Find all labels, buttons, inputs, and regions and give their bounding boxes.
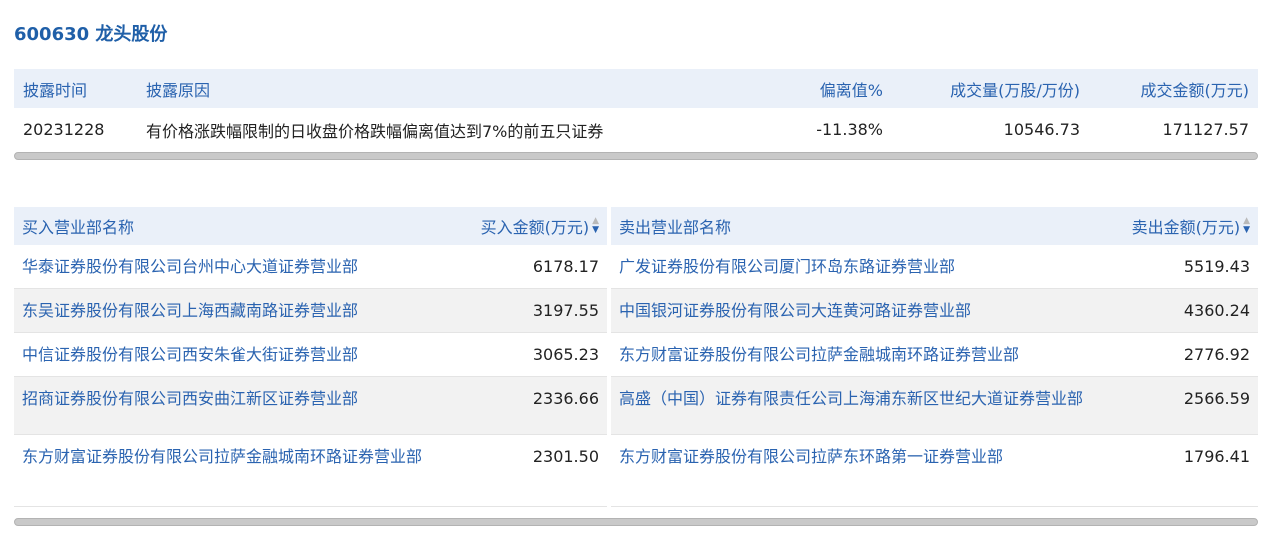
sell-table: 卖出营业部名称 卖出金额(万元) ▲ ▼ 广发证券股份有限公司厦门环岛东路证券营业… — [611, 207, 1258, 507]
detail-scrollbar[interactable] — [14, 518, 1258, 526]
sell-header-amount: 卖出金额(万元) — [1131, 218, 1241, 237]
table-row: 东吴证券股份有限公司上海西藏南路证券营业部 3197.55 — [14, 289, 607, 333]
col-header-reason: 披露原因 — [146, 80, 211, 100]
sell-header-row: 卖出营业部名称 卖出金额(万元) ▲ ▼ — [611, 207, 1258, 245]
table-row: 华泰证券股份有限公司台州中心大道证券营业部 6178.17 — [14, 245, 607, 289]
buy-amount: 6178.17 — [532, 257, 599, 276]
buy-branch-name[interactable]: 招商证券股份有限公司西安曲江新区证券营业部 — [22, 387, 442, 411]
table-row: 中信证券股份有限公司西安朱雀大街证券营业部 3065.23 — [14, 333, 607, 377]
sort-triangle-icon[interactable]: ▲ ▼ — [592, 217, 599, 235]
buy-branch-name[interactable]: 东方财富证券股份有限公司拉萨金融城南环路证券营业部 — [22, 445, 442, 469]
col-header-deviation: 偏离值% — [819, 80, 883, 100]
table-row: 广发证券股份有限公司厦门环岛东路证券营业部 5519.43 — [611, 245, 1258, 289]
page-title: 600630 龙头股份 — [14, 24, 168, 45]
sell-header-name: 卖出营业部名称 — [619, 218, 732, 237]
table-row: 东方财富证券股份有限公司拉萨金融城南环路证券营业部 2301.50 — [14, 435, 607, 507]
table-row: 20231228 有价格涨跌幅限制的日收盘价格跌幅偏离值达到7%的前五只证券 -… — [14, 108, 1258, 151]
sell-branch-name[interactable]: 高盛（中国）证券有限责任公司上海浦东新区世纪大道证券营业部 — [619, 387, 1089, 411]
buy-table: 买入营业部名称 买入金额(万元) ▲ ▼ 华泰证券股份有限公司台州中心大道证券营业… — [14, 207, 607, 507]
sell-branch-name[interactable]: 中国银河证券股份有限公司大连黄河路证券营业部 — [619, 299, 1089, 323]
buy-amount: 2301.50 — [532, 447, 599, 466]
table-row: 招商证券股份有限公司西安曲江新区证券营业部 2336.66 — [14, 377, 607, 435]
col-header-amount: 成交金额(万元) — [1140, 80, 1250, 100]
disclosure-volume: 10546.73 — [1003, 120, 1080, 139]
sell-header-amount-sort[interactable]: 卖出金额(万元) ▲ ▼ — [1132, 207, 1250, 245]
sell-amount: 1796.41 — [1183, 447, 1250, 466]
table-row: 中国银河证券股份有限公司大连黄河路证券营业部 4360.24 — [611, 289, 1258, 333]
table-row: 高盛（中国）证券有限责任公司上海浦东新区世纪大道证券营业部 2566.59 — [611, 377, 1258, 435]
table-row: 东方财富证券股份有限公司拉萨金融城南环路证券营业部 2776.92 — [611, 333, 1258, 377]
buy-branch-name[interactable]: 华泰证券股份有限公司台州中心大道证券营业部 — [22, 255, 442, 279]
disclosure-deviation: -11.38% — [816, 120, 883, 139]
buy-header-amount-sort[interactable]: 买入金额(万元) ▲ ▼ — [481, 207, 599, 245]
sell-amount: 2776.92 — [1183, 345, 1250, 364]
buy-header-amount: 买入金额(万元) — [480, 218, 590, 237]
sell-amount: 5519.43 — [1183, 257, 1250, 276]
lhb-page: 600630 龙头股份 披露时间 披露原因 偏离值% 成交量(万股/万份) 成交… — [0, 0, 1274, 556]
sell-branch-name[interactable]: 广发证券股份有限公司厦门环岛东路证券营业部 — [619, 255, 1089, 279]
sell-branch-name[interactable]: 东方财富证券股份有限公司拉萨东环路第一证券营业部 — [619, 445, 1089, 469]
buy-amount: 3065.23 — [532, 345, 599, 364]
disclosure-reason: 有价格涨跌幅限制的日收盘价格跌幅偏离值达到7%的前五只证券 — [146, 121, 604, 141]
disclosure-header-row: 披露时间 披露原因 偏离值% 成交量(万股/万份) 成交金额(万元) — [14, 69, 1258, 108]
col-header-time: 披露时间 — [23, 80, 88, 100]
disclosure-table: 披露时间 披露原因 偏离值% 成交量(万股/万份) 成交金额(万元) 20231… — [14, 69, 1258, 151]
buy-header-row: 买入营业部名称 买入金额(万元) ▲ ▼ — [14, 207, 607, 245]
buy-amount: 2336.66 — [532, 389, 599, 408]
buy-amount: 3197.55 — [532, 301, 599, 320]
sell-amount: 2566.59 — [1183, 389, 1250, 408]
buy-branch-name[interactable]: 东吴证券股份有限公司上海西藏南路证券营业部 — [22, 299, 442, 323]
buy-branch-name[interactable]: 中信证券股份有限公司西安朱雀大街证券营业部 — [22, 343, 442, 367]
buy-header-name: 买入营业部名称 — [22, 218, 135, 237]
disclosure-time: 20231228 — [23, 120, 105, 139]
col-header-volume: 成交量(万股/万份) — [950, 80, 1080, 100]
disclosure-scrollbar[interactable] — [14, 152, 1258, 160]
table-row: 东方财富证券股份有限公司拉萨东环路第一证券营业部 1796.41 — [611, 435, 1258, 507]
disclosure-amount: 171127.57 — [1162, 120, 1249, 139]
sell-branch-name[interactable]: 东方财富证券股份有限公司拉萨金融城南环路证券营业部 — [619, 343, 1089, 367]
sort-triangle-icon[interactable]: ▲ ▼ — [1243, 217, 1250, 235]
sell-amount: 4360.24 — [1183, 301, 1250, 320]
